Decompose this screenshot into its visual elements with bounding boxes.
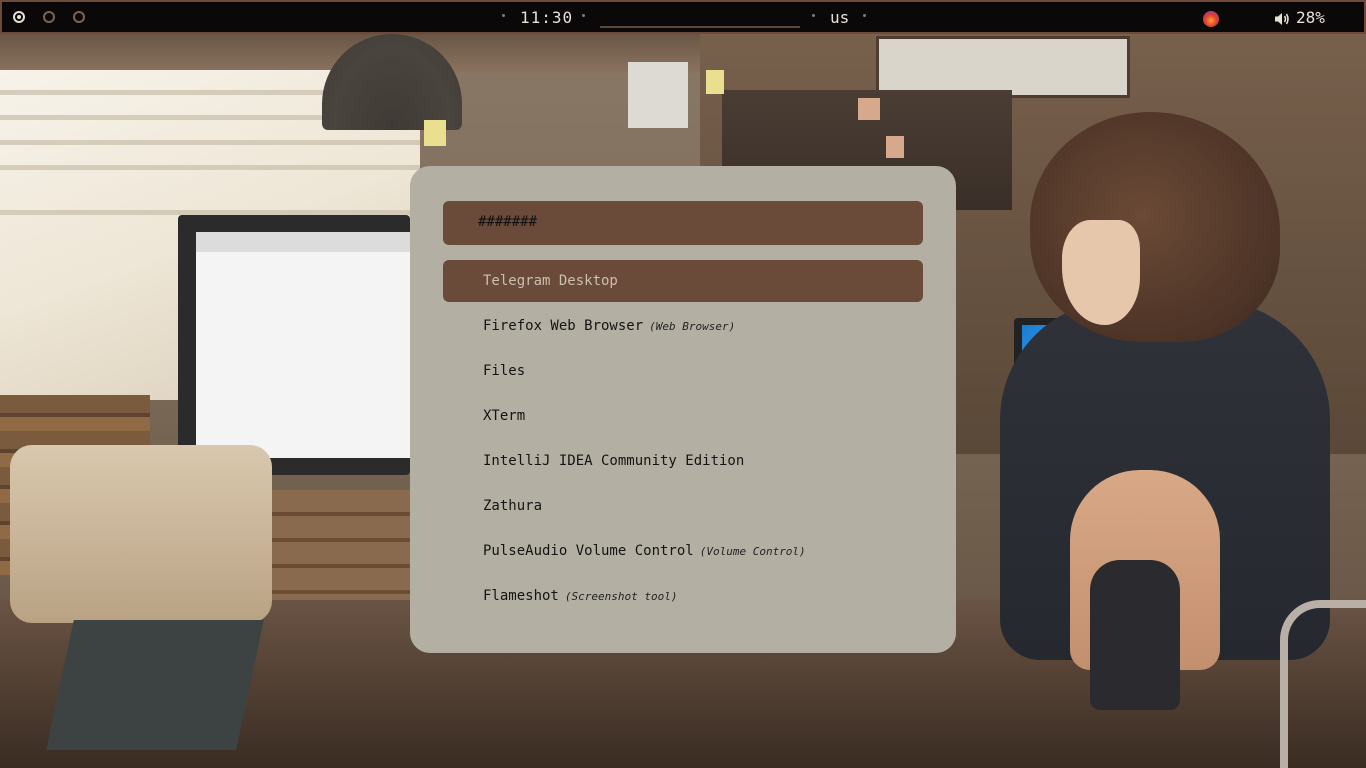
launcher-item[interactable]: PulseAudio Volume Control (Volume Control… [443, 530, 923, 572]
launcher-item[interactable]: Zathura [443, 485, 923, 527]
separator-dot [502, 14, 505, 17]
wallpaper-cloth [46, 620, 264, 750]
launcher-item-label: XTerm [483, 408, 526, 424]
wallpaper-girl-sock [1090, 560, 1180, 710]
wallpaper-paper-note [628, 62, 688, 128]
workspace-1-indicator[interactable] [13, 11, 25, 23]
workspace-3-indicator[interactable] [73, 11, 85, 23]
launcher-item[interactable]: XTerm [443, 395, 923, 437]
launcher-item-label: Firefox Web Browser (Web Browser) [483, 318, 735, 334]
launcher-item-description: (Web Browser) [649, 320, 736, 333]
app-launcher: ####### Telegram Desktop Firefox Web Bro… [410, 166, 956, 653]
wallpaper-sticky-note [706, 70, 724, 94]
separator-dot [812, 14, 815, 17]
launcher-item[interactable]: Files [443, 350, 923, 392]
launcher-item[interactable]: Firefox Web Browser (Web Browser) [443, 305, 923, 347]
launcher-search-input[interactable]: ####### [443, 201, 923, 245]
launcher-item[interactable]: Flameshot (Screenshot tool) [443, 575, 923, 617]
clock: 11:30 [520, 8, 574, 27]
keyboard-layout[interactable]: us [830, 8, 849, 27]
launcher-item-name: Firefox Web Browser [483, 318, 644, 334]
speaker-icon[interactable] [1274, 11, 1290, 27]
launcher-item-description: (Screenshot tool) [564, 590, 678, 603]
volume-level[interactable]: 28% [1296, 8, 1325, 27]
launcher-item-label: Telegram Desktop [483, 273, 618, 289]
top-bar: 11:30 us 28% [0, 0, 1366, 34]
launcher-item-label: Zathura [483, 498, 543, 514]
wallpaper-sticky-note [424, 120, 446, 146]
search-input-value: ####### [478, 214, 538, 230]
separator-dot [582, 14, 585, 17]
wallpaper-sticky-note [858, 98, 880, 120]
launcher-item-name: PulseAudio Volume Control [483, 543, 694, 559]
wallpaper-monitor-tabs [196, 232, 410, 252]
wallpaper-chair [1280, 600, 1366, 768]
launcher-item-label: IntelliJ IDEA Community Edition [483, 453, 745, 469]
window-title-placeholder [600, 26, 800, 28]
wallpaper-books [270, 490, 410, 605]
launcher-item-description: (Volume Control) [699, 545, 806, 558]
wallpaper-blind [0, 165, 420, 170]
workspace-2-indicator[interactable] [43, 11, 55, 23]
launcher-item-label: Flameshot (Screenshot tool) [483, 588, 677, 604]
wallpaper-blind [0, 140, 420, 145]
launcher-item[interactable]: Telegram Desktop [443, 260, 923, 302]
wallpaper-monitor-screen [196, 232, 410, 458]
firefox-tray-icon[interactable] [1203, 11, 1219, 27]
wallpaper-bag [10, 445, 272, 623]
launcher-item-label: Files [483, 363, 526, 379]
wallpaper-whiteboard [876, 36, 1130, 98]
launcher-item[interactable]: IntelliJ IDEA Community Edition [443, 440, 923, 482]
launcher-item-name: Flameshot [483, 588, 559, 604]
launcher-item-label: PulseAudio Volume Control (Volume Control… [483, 543, 806, 559]
wallpaper-sticky-note [886, 136, 904, 158]
separator-dot [863, 14, 866, 17]
